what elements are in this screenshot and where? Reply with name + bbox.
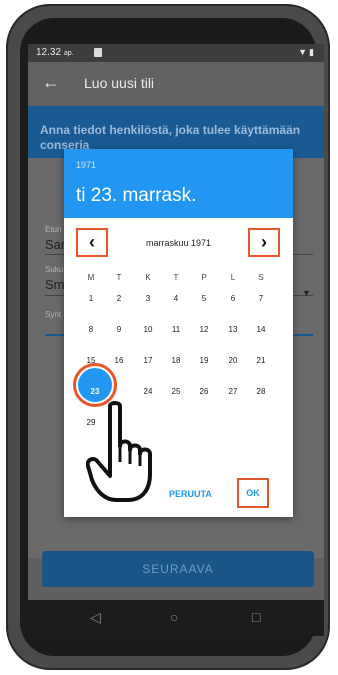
calendar-day[interactable]: 11	[168, 325, 184, 334]
first-name-label: Etun	[45, 225, 62, 234]
last-name-field[interactable]: Sm	[45, 277, 65, 292]
calendar-day[interactable]: 12	[196, 325, 212, 334]
calendar-day[interactable]: 13	[225, 325, 241, 334]
weekday-label: K	[145, 273, 151, 282]
weekday-label: L	[230, 273, 236, 282]
first-name-field[interactable]: Sar	[45, 237, 65, 252]
sim-card-icon	[94, 48, 102, 57]
status-time: 12.32 ap.	[36, 47, 74, 58]
nav-back-icon[interactable]: ◁	[90, 609, 101, 626]
calendar-day[interactable]: 14	[253, 325, 269, 334]
calendar-day[interactable]: 24	[140, 387, 156, 396]
ok-button[interactable]: OK	[237, 478, 269, 508]
back-arrow-icon[interactable]: ←	[42, 72, 60, 93]
selected-year[interactable]: 1971	[76, 160, 96, 170]
calendar-day[interactable]: 21	[253, 356, 269, 365]
next-month-button[interactable]: ›	[248, 228, 280, 257]
weekday-label: M	[87, 273, 95, 282]
cancel-button[interactable]: PERUUTA	[169, 489, 212, 499]
selected-date: ti 23. marrask.	[76, 185, 197, 206]
status-time-value: 12.32	[36, 47, 62, 58]
next-button[interactable]: SEURAAVA	[42, 551, 314, 587]
nav-recents-icon[interactable]: □	[252, 609, 260, 625]
page-title: Luo uusi tili	[84, 75, 155, 91]
calendar-day[interactable]: 10	[140, 325, 156, 334]
calendar-day[interactable]: 19	[196, 356, 212, 365]
calendar-day[interactable]: 16	[111, 356, 127, 365]
calendar-day[interactable]: 4	[168, 294, 184, 303]
calendar-day[interactable]: 27	[225, 387, 241, 396]
calendar-day[interactable]: 25	[168, 387, 184, 396]
pointing-hand-icon	[86, 401, 152, 502]
selected-day[interactable]: 23	[87, 387, 103, 396]
calendar-day[interactable]: 17	[140, 356, 156, 365]
calendar-day[interactable]: 20	[225, 356, 241, 365]
calendar-day[interactable]: 3	[140, 294, 156, 303]
selected-day-circle	[78, 368, 112, 402]
calendar-day[interactable]: 18	[168, 356, 184, 365]
calendar-day[interactable]: 28	[253, 387, 269, 396]
calendar-day[interactable]: 1	[83, 294, 99, 303]
birthdate-label: Synt	[45, 310, 62, 319]
calendar-day[interactable]: 26	[196, 387, 212, 396]
status-bar: 12.32 ap. ▼▮	[28, 44, 324, 62]
weekday-label: S	[258, 273, 264, 282]
weekday-label: T	[116, 273, 122, 282]
wifi-battery-icon: ▼▮	[298, 47, 316, 57]
status-ampm: ap.	[63, 50, 74, 57]
calendar-day[interactable]: 8	[83, 325, 99, 334]
calendar-day[interactable]: 5	[196, 294, 212, 303]
last-name-label: Suku	[45, 265, 64, 274]
weekday-label: T	[173, 273, 179, 282]
calendar-day[interactable]: 6	[225, 294, 241, 303]
system-nav-bar: ◁ ○ □	[28, 600, 324, 636]
chevron-down-icon[interactable]: ▼	[302, 288, 311, 298]
calendar-day[interactable]: 2	[111, 294, 127, 303]
calendar-day[interactable]: 9	[111, 325, 127, 334]
weekday-label: P	[201, 273, 207, 282]
app-bar: ← Luo uusi tili	[28, 62, 324, 106]
date-picker-header: 1971 ti 23. marrask.	[64, 149, 293, 218]
nav-home-icon[interactable]: ○	[170, 609, 178, 625]
calendar-day[interactable]: 7	[253, 294, 269, 303]
